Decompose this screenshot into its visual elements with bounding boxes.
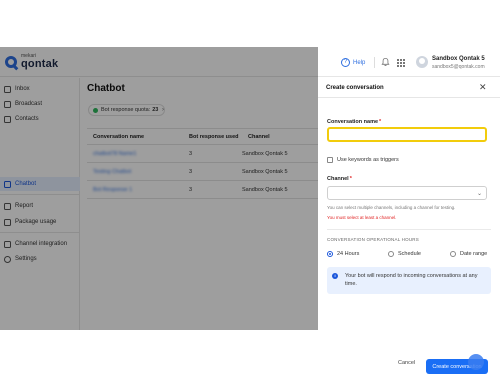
close-icon[interactable]: ✕ (479, 83, 487, 92)
user-email: sandbox5@qontak.com (432, 64, 485, 70)
create-conversation-drawer: Create conversation ✕ Conversation name*… (318, 78, 500, 374)
radio-24-hours[interactable]: 24 Hours (327, 251, 359, 257)
info-icon: i (332, 273, 338, 279)
info-box: i Your bot will respond to incoming conv… (327, 267, 491, 294)
keywords-checkbox[interactable] (327, 157, 333, 163)
radio-button[interactable] (450, 251, 456, 257)
section-divider (327, 229, 491, 230)
radio-button[interactable] (388, 251, 394, 257)
channel-select[interactable]: ⌄ (327, 186, 487, 200)
info-text: Your bot will respond to incoming conver… (345, 273, 478, 287)
radio-date-range[interactable]: Date range (450, 251, 487, 257)
cancel-button[interactable]: Cancel (398, 360, 415, 366)
radio-label: Schedule (398, 251, 421, 257)
user-name[interactable]: Sandbox Qontak 5 (432, 56, 485, 62)
drawer-title: Create conversation (326, 85, 384, 91)
radio-button[interactable] (327, 251, 333, 257)
conversation-name-label: Conversation name* (327, 119, 381, 125)
chat-support-bubble-icon[interactable] (468, 354, 484, 370)
keywords-label: Use keywords as triggers (337, 157, 399, 163)
channel-hint: You can select multiple channels, includ… (327, 205, 456, 210)
apps-grid-icon[interactable] (397, 59, 405, 67)
channel-error: You must select at least a channel. (327, 215, 397, 220)
required-asterisk: * (349, 176, 352, 182)
drawer-divider (318, 97, 500, 98)
modal-overlay[interactable] (0, 47, 318, 330)
chevron-down-icon: ⌄ (476, 191, 482, 197)
help-label: Help (353, 59, 366, 66)
radio-label: Date range (460, 251, 488, 257)
radio-label: 24 Hours (337, 251, 360, 257)
conversation-name-label-text: Conversation name (327, 119, 379, 125)
help-link[interactable]: ? Help (341, 58, 365, 67)
keywords-checkbox-row[interactable]: Use keywords as triggers (327, 157, 399, 163)
channel-label: Channel* (327, 176, 352, 182)
hours-section-title: CONVERSATION OPERATIONAL HOURS (327, 237, 419, 242)
help-icon: ? (341, 58, 350, 67)
radio-schedule[interactable]: Schedule (388, 251, 421, 257)
channel-label-text: Channel (327, 176, 349, 182)
conversation-name-input[interactable] (327, 127, 487, 142)
avatar[interactable] (416, 56, 428, 68)
bell-icon[interactable] (381, 57, 390, 67)
required-asterisk: * (379, 119, 382, 125)
app-frame: mekari qontak ? Help Sandbox Qontak 5 sa… (0, 47, 500, 374)
header-divider (374, 57, 375, 68)
